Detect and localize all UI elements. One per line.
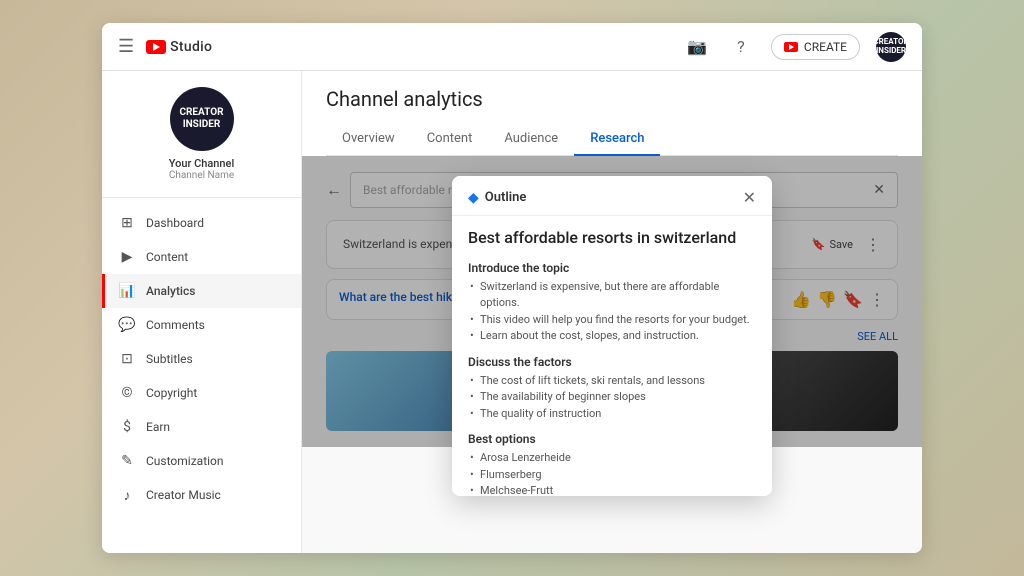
youtube-icon bbox=[146, 40, 166, 54]
bullet-item: Melchsee-Frutt bbox=[468, 483, 756, 496]
bullet-item: The quality of instruction bbox=[468, 406, 756, 423]
bullet-item: The cost of lift tickets, ski rentals, a… bbox=[468, 373, 756, 390]
analytics-icon: 📊 bbox=[118, 282, 136, 300]
sidebar-item-customization[interactable]: ✎ Customization bbox=[102, 444, 301, 478]
user-avatar[interactable]: CREATOR INSIDER bbox=[876, 32, 906, 62]
create-yt-icon bbox=[784, 42, 798, 52]
channel-name: Channel Name bbox=[169, 170, 234, 181]
sidebar: CREATOR INSIDER Your Channel Channel Nam… bbox=[102, 71, 302, 553]
nav-label: Dashboard bbox=[146, 216, 204, 230]
subtitles-icon: ⊡ bbox=[118, 350, 136, 368]
customization-icon: ✎ bbox=[118, 452, 136, 470]
copyright-icon: © bbox=[118, 384, 136, 402]
modal-title: Outline bbox=[485, 190, 527, 205]
youtube-logo: Studio bbox=[146, 39, 212, 55]
content-icon: ▶ bbox=[118, 248, 136, 266]
nav-label: Customization bbox=[146, 454, 224, 468]
sidebar-item-copyright[interactable]: © Copyright bbox=[102, 376, 301, 410]
nav-label: Subtitles bbox=[146, 352, 193, 366]
menu-icon[interactable]: ☰ bbox=[118, 36, 134, 57]
comments-icon: 💬 bbox=[118, 316, 136, 334]
page-body: ← Best affordable resorts in switzerland… bbox=[302, 156, 922, 447]
page-title: Channel analytics bbox=[326, 87, 898, 111]
tabs: Overview Content Audience Research bbox=[326, 123, 898, 156]
modal-header: ◆ Outline ✕ bbox=[452, 176, 772, 216]
diamond-icon: ◆ bbox=[468, 190, 479, 206]
sidebar-item-creator-music[interactable]: ♪ Creator Music bbox=[102, 478, 301, 512]
modal-close-button[interactable]: ✕ bbox=[743, 188, 756, 207]
top-bar-right: 📷 ? CREATE CREATOR INSIDER bbox=[683, 32, 906, 62]
page-area: Channel analytics Overview Content Audie… bbox=[302, 71, 922, 553]
outline-main-title: Best affordable resorts in switzerland bbox=[468, 228, 756, 249]
tab-content[interactable]: Content bbox=[411, 123, 489, 156]
sidebar-item-analytics[interactable]: 📊 Analytics bbox=[102, 274, 301, 308]
channel-avatar[interactable]: CREATOR INSIDER bbox=[170, 87, 234, 151]
create-label: CREATE bbox=[804, 40, 847, 54]
bullet-list-2: The cost of lift tickets, ski rentals, a… bbox=[468, 373, 756, 423]
music-icon: ♪ bbox=[118, 486, 136, 504]
sidebar-item-dashboard[interactable]: ⊞ Dashboard bbox=[102, 206, 301, 240]
outline-modal: ◆ Outline ✕ Best affordable resorts in s… bbox=[452, 176, 772, 496]
section-title-2: Discuss the factors bbox=[468, 355, 756, 369]
modal-title-row: ◆ Outline bbox=[468, 190, 526, 206]
bullet-item: Arosa Lenzerheide bbox=[468, 450, 756, 467]
sidebar-item-subtitles[interactable]: ⊡ Subtitles bbox=[102, 342, 301, 376]
bullet-list-1: Switzerland is expensive, but there are … bbox=[468, 279, 756, 345]
camera-icon[interactable]: 📷 bbox=[683, 33, 711, 61]
section-title-1: Introduce the topic bbox=[468, 261, 756, 275]
main-content: CREATOR INSIDER Your Channel Channel Nam… bbox=[102, 71, 922, 553]
section-title-3: Best options bbox=[468, 432, 756, 446]
nav-label: Copyright bbox=[146, 386, 197, 400]
nav-items: ⊞ Dashboard ▶ Content 📊 Analytics 💬 Comm… bbox=[102, 198, 301, 520]
dashboard-icon: ⊞ bbox=[118, 214, 136, 232]
tab-overview[interactable]: Overview bbox=[326, 123, 411, 156]
channel-label: Your Channel bbox=[169, 157, 235, 170]
bullet-item: The availability of beginner slopes bbox=[468, 389, 756, 406]
top-bar: ☰ Studio 📷 ? CREATE CREATOR INSIDER bbox=[102, 23, 922, 71]
nav-label: Comments bbox=[146, 318, 205, 332]
bullet-item: Switzerland is expensive, but there are … bbox=[468, 279, 756, 312]
nav-label: Creator Music bbox=[146, 488, 221, 502]
nav-label: Analytics bbox=[146, 284, 195, 298]
create-button[interactable]: CREATE bbox=[771, 34, 860, 60]
nav-label: Content bbox=[146, 250, 188, 264]
app-window: ☰ Studio 📷 ? CREATE CREATOR INSIDER CREA… bbox=[102, 23, 922, 553]
modal-body: Best affordable resorts in switzerland I… bbox=[452, 216, 772, 496]
bullet-item: Flumserberg bbox=[468, 467, 756, 484]
page-header: Channel analytics Overview Content Audie… bbox=[302, 71, 922, 156]
modal-overlay[interactable]: ◆ Outline ✕ Best affordable resorts in s… bbox=[302, 156, 922, 447]
bullet-item: Learn about the cost, slopes, and instru… bbox=[468, 328, 756, 345]
bullet-item: This video will help you find the resort… bbox=[468, 312, 756, 329]
bullet-list-3: Arosa Lenzerheide Flumserberg Melchsee-F… bbox=[468, 450, 756, 496]
studio-label: Studio bbox=[170, 39, 212, 55]
help-icon[interactable]: ? bbox=[727, 33, 755, 61]
earn-icon: $ bbox=[118, 418, 136, 436]
channel-info: CREATOR INSIDER Your Channel Channel Nam… bbox=[102, 71, 301, 198]
tab-research[interactable]: Research bbox=[574, 123, 660, 156]
top-bar-left: ☰ Studio bbox=[118, 36, 212, 57]
tab-audience[interactable]: Audience bbox=[488, 123, 574, 156]
sidebar-item-comments[interactable]: 💬 Comments bbox=[102, 308, 301, 342]
nav-label: Earn bbox=[146, 420, 170, 434]
sidebar-item-content[interactable]: ▶ Content bbox=[102, 240, 301, 274]
sidebar-item-earn[interactable]: $ Earn bbox=[102, 410, 301, 444]
